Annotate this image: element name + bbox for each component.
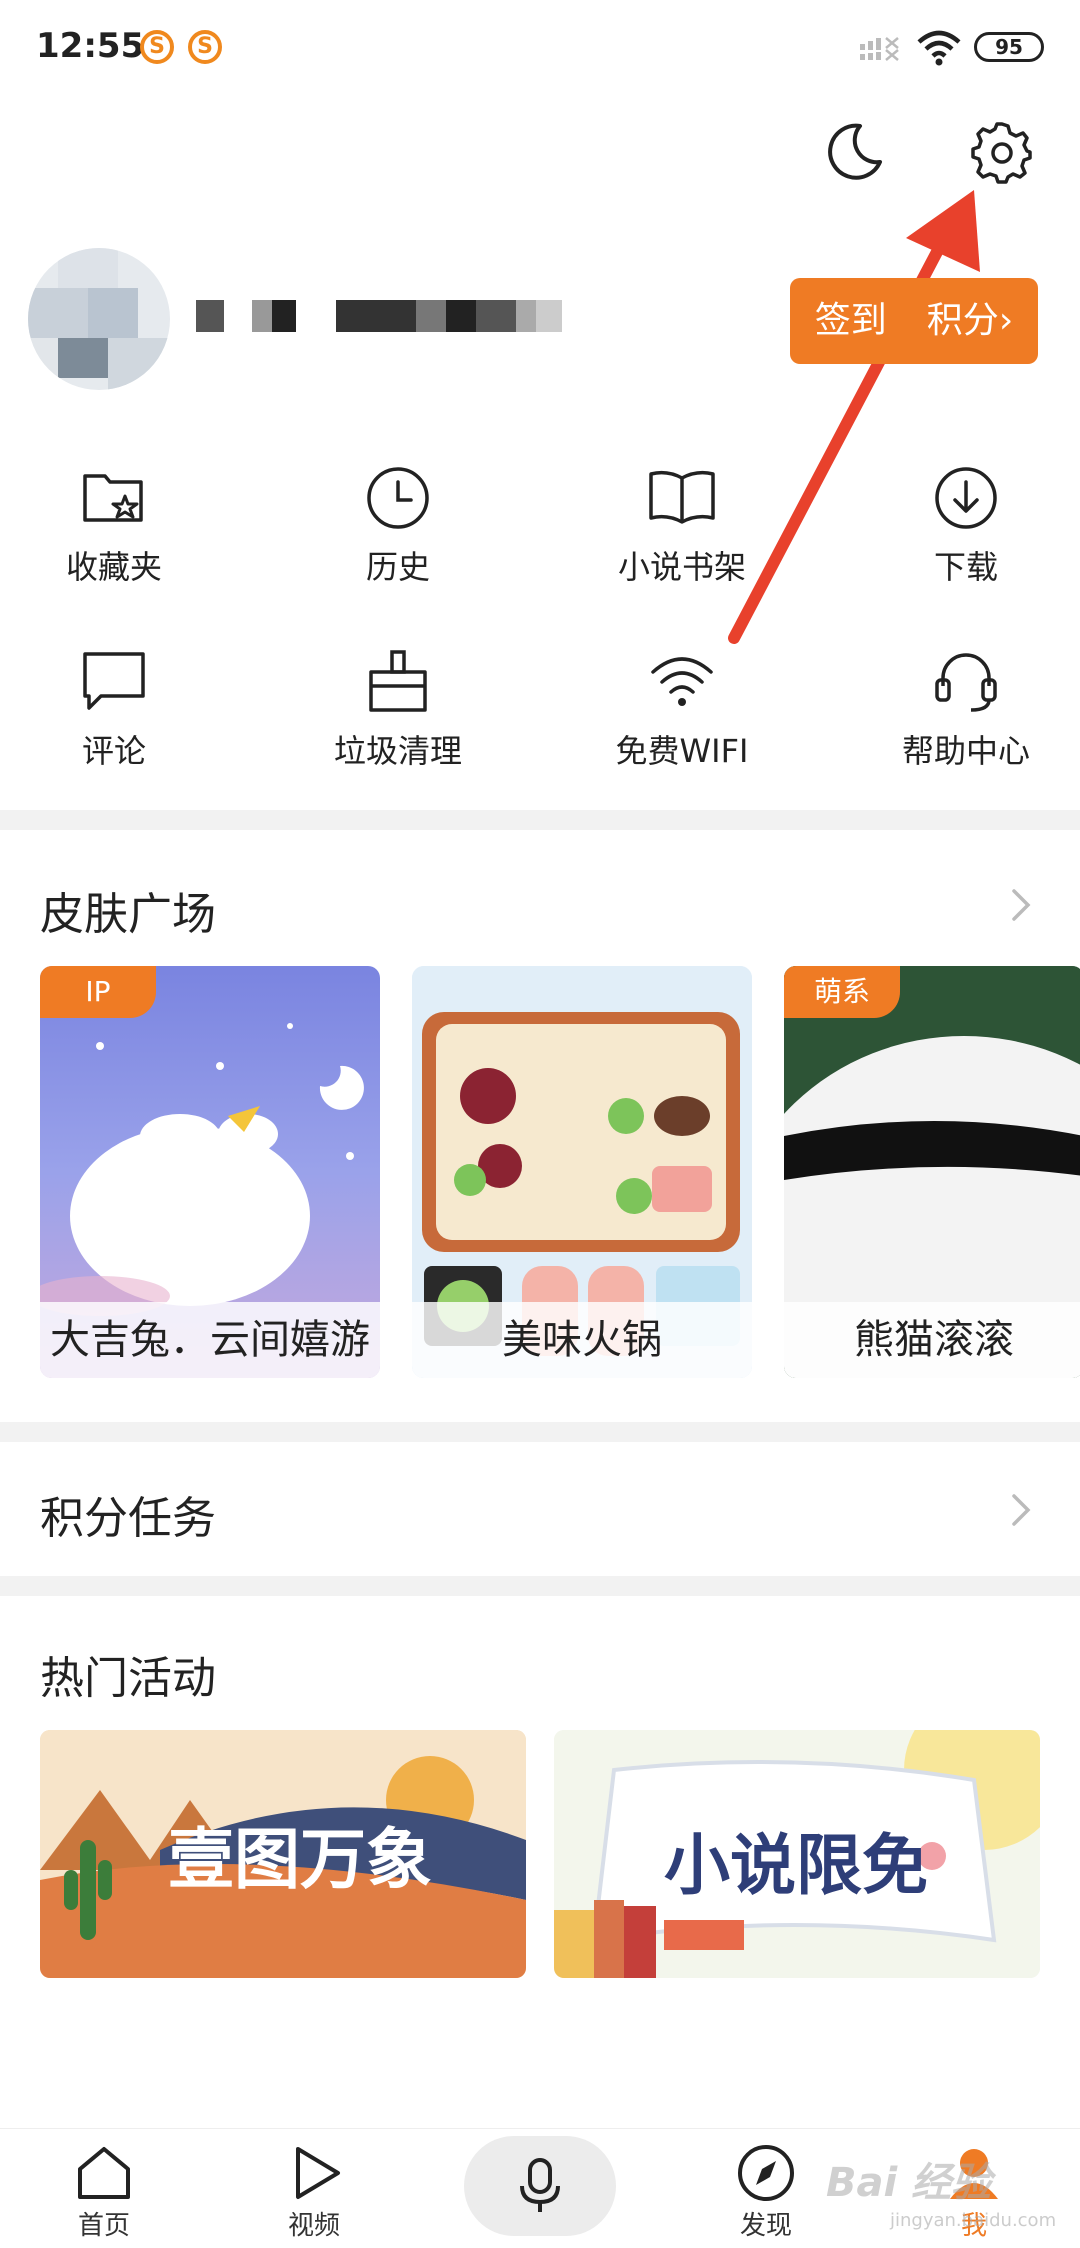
skin-caption: 大吉兔．云间嬉游 [40,1302,380,1378]
divider [0,1576,1080,1596]
app-notification-icon: S [140,30,174,64]
checkin-label-start: 签到 [814,300,887,341]
divider [0,1422,1080,1442]
chevron-right-icon: › [998,300,1014,341]
status-time: 12:55 [36,26,145,66]
quick-bookshelf-label: 小说书架 [617,548,746,586]
avatar[interactable] [28,248,170,390]
quick-cleanup[interactable]: 垃圾清理 [288,646,508,786]
quick-download-label: 下载 [933,548,998,586]
play-icon [296,2147,340,2199]
comment-icon [83,652,145,710]
quick-favorites[interactable]: 收藏夹 [4,462,224,602]
quick-favorites-label: 收藏夹 [65,548,162,586]
username-redacted [196,300,562,334]
quick-history[interactable]: 历史 [288,462,508,602]
points-row[interactable]: 积分任务 [0,1442,1080,1576]
nav-video[interactable]: 视频 [254,2143,374,2242]
nav-discover-label: 发现 [739,2211,792,2241]
compass-icon [738,2145,794,2201]
quick-comments-label: 评论 [81,732,146,770]
skin-card-panda[interactable]: 萌系 熊猫滚滚 [784,966,1080,1378]
quick-help-center[interactable]: 帮助中心 [856,646,1076,786]
headset-icon [935,653,997,712]
home-icon [78,2147,130,2199]
app-notification-icon: S [188,30,222,64]
moon-icon[interactable] [820,118,888,186]
quick-bookshelf[interactable]: 小说书架 [572,462,792,602]
nav-home-label: 首页 [77,2211,130,2241]
skin-card-hotpot[interactable]: 美味火锅 [412,966,752,1378]
folder-star-icon [83,474,143,522]
watermark-url: jingyan.baidu.com [890,2210,1057,2231]
checkin-button[interactable]: 签到 积分› [790,278,1038,364]
skin-card-rabbit[interactable]: IP 大吉兔．云间嬉游 [40,966,380,1378]
activities-title: 热门活动 [40,1653,216,1704]
skins-title: 皮肤广场 [40,889,216,940]
quick-download[interactable]: 下载 [856,462,1076,602]
skin-caption: 熊猫滚滚 [784,1302,1080,1378]
battery-indicator: 95 [974,32,1044,62]
nav-video-label: 视频 [287,2211,340,2241]
nav-discover[interactable]: 发现 [706,2143,826,2242]
checkin-label-end: 积分 [926,300,999,341]
skin-caption: 美味火锅 [412,1302,752,1378]
gear-icon[interactable] [968,118,1036,186]
mic-icon [520,2158,560,2212]
points-chevron-right-icon [1012,1494,1031,1526]
quick-free-wifi[interactable]: 免费WIFI [572,646,792,786]
watermark: Bai 经验 [826,2160,992,2206]
skins-chevron-right-icon[interactable] [1006,885,1036,925]
quick-cleanup-label: 垃圾清理 [333,732,462,770]
clock-icon [367,467,429,529]
download-icon [935,467,997,529]
activity-card-novel[interactable]: 小说限免 [554,1730,1040,1978]
nav-home[interactable]: 首页 [44,2143,164,2242]
broom-icon [369,650,427,712]
divider [0,810,1080,830]
activity-yitu-text: 壹图万象 [168,1821,432,1898]
activity-novel-text: 小说限免 [664,1827,928,1904]
signal-icon [860,37,899,61]
wifi-icon [651,657,713,706]
skin-tag: 萌系 [784,966,900,1018]
points-title: 积分任务 [40,1493,216,1544]
skin-tag: IP [40,966,156,1018]
quick-history-label: 历史 [365,548,430,586]
activity-card-yitu[interactable]: 壹图万象 [40,1730,526,1978]
quick-help-center-label: 帮助中心 [901,732,1030,770]
wifi-status-icon [917,30,961,66]
voice-search-button[interactable] [464,2136,616,2236]
book-icon [649,470,715,524]
status-bar: 12:55 S S 95 [0,0,1080,96]
quick-free-wifi-label: 免费WIFI [615,732,749,770]
quick-comments[interactable]: 评论 [4,646,224,786]
